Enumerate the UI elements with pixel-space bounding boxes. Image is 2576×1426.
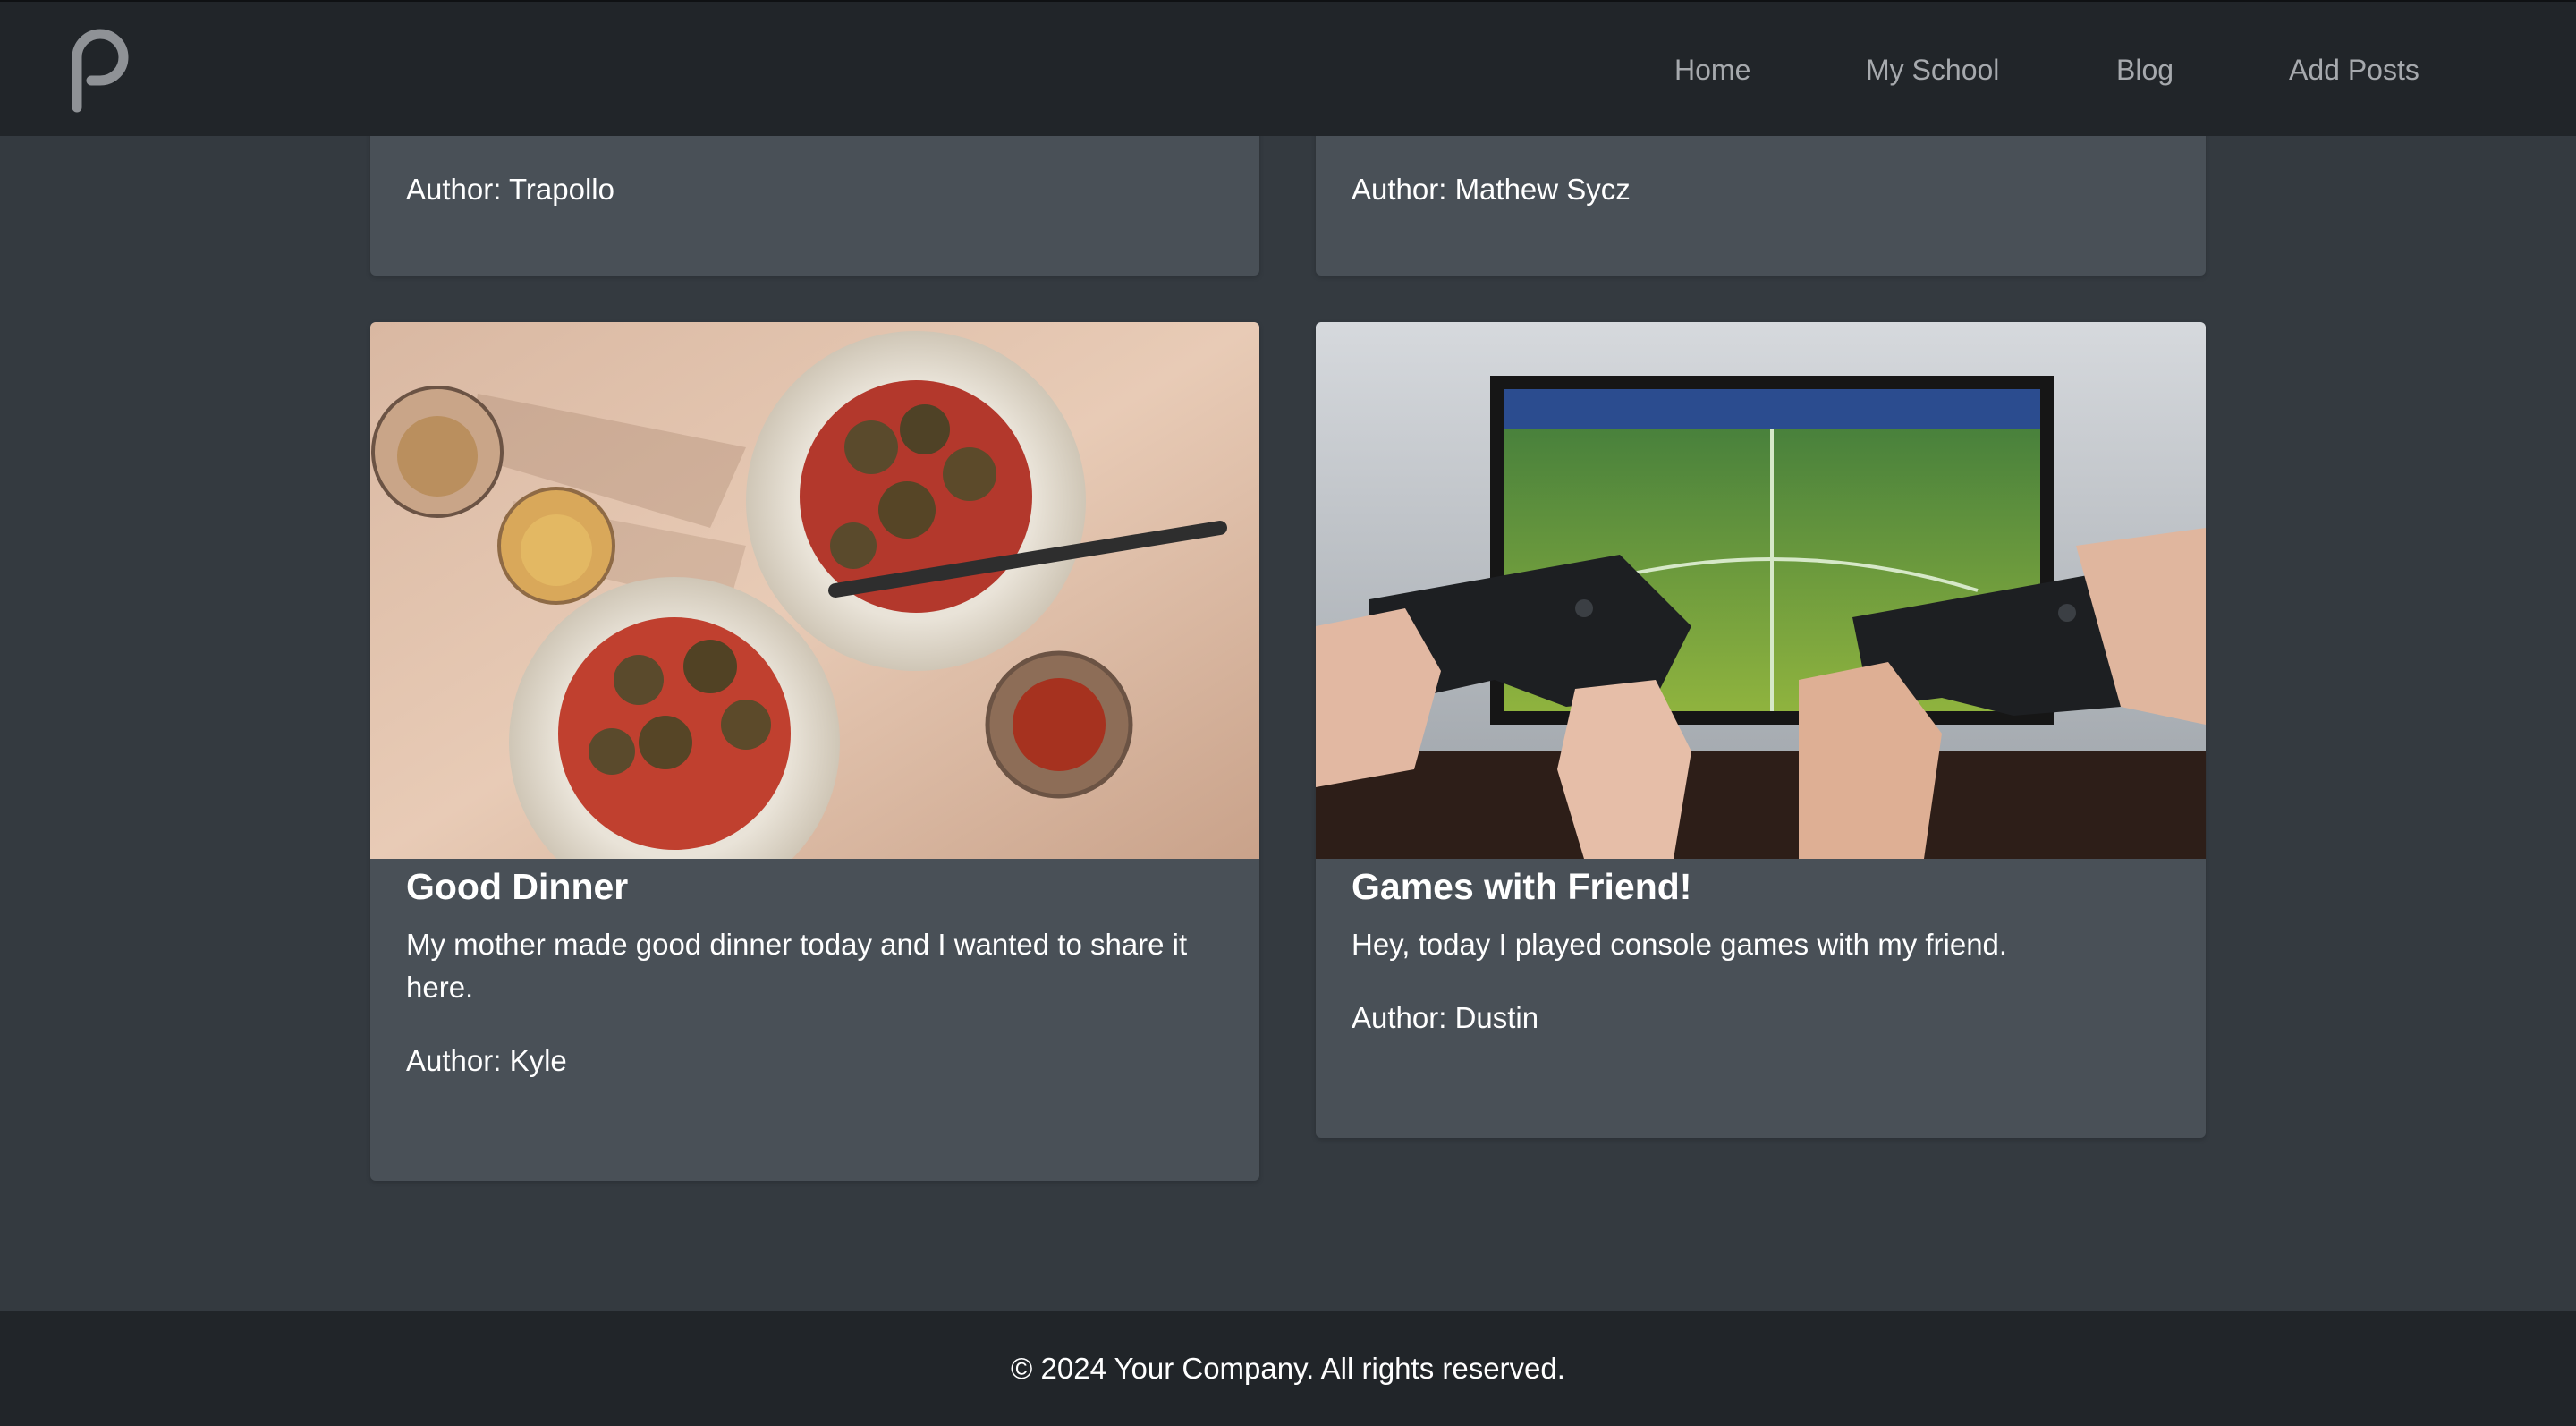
nav-link-blog[interactable]: Blog [2116,52,2174,88]
nav-link-home[interactable]: Home [1674,52,1750,88]
footer: © 2024 Your Company. All rights reserved… [0,1311,2576,1426]
nav-link-my-school[interactable]: My School [1866,52,1999,88]
post-card-games-with-friend[interactable]: Games with Friend! Hey, today I played c… [1316,322,2206,1138]
nav-link-add-posts[interactable]: Add Posts [2289,52,2419,88]
post-title: Good Dinner [406,866,629,907]
post-author: Author: Mathew Sycz [1352,173,1631,206]
post-title: Games with Friend! [1352,866,1692,907]
navbar: Home My School Blog Add Posts [0,0,2576,136]
post-author: Author: Trapollo [406,173,614,206]
post-author: Author: Kyle [406,1044,567,1077]
post-author: Author: Dustin [1352,1001,1539,1034]
food-photo [370,322,1259,859]
brand-logo-icon[interactable] [72,27,129,113]
gaming-photo [1316,322,2206,859]
footer-copyright: © 2024 Your Company. All rights reserved… [1011,1352,1565,1385]
post-text: Hey, today I played console games with m… [1352,928,2008,961]
post-text: My mother made good dinner today and I w… [406,928,1188,1004]
post-card-good-dinner[interactable]: Good Dinner My mother made good dinner t… [370,322,1259,1181]
